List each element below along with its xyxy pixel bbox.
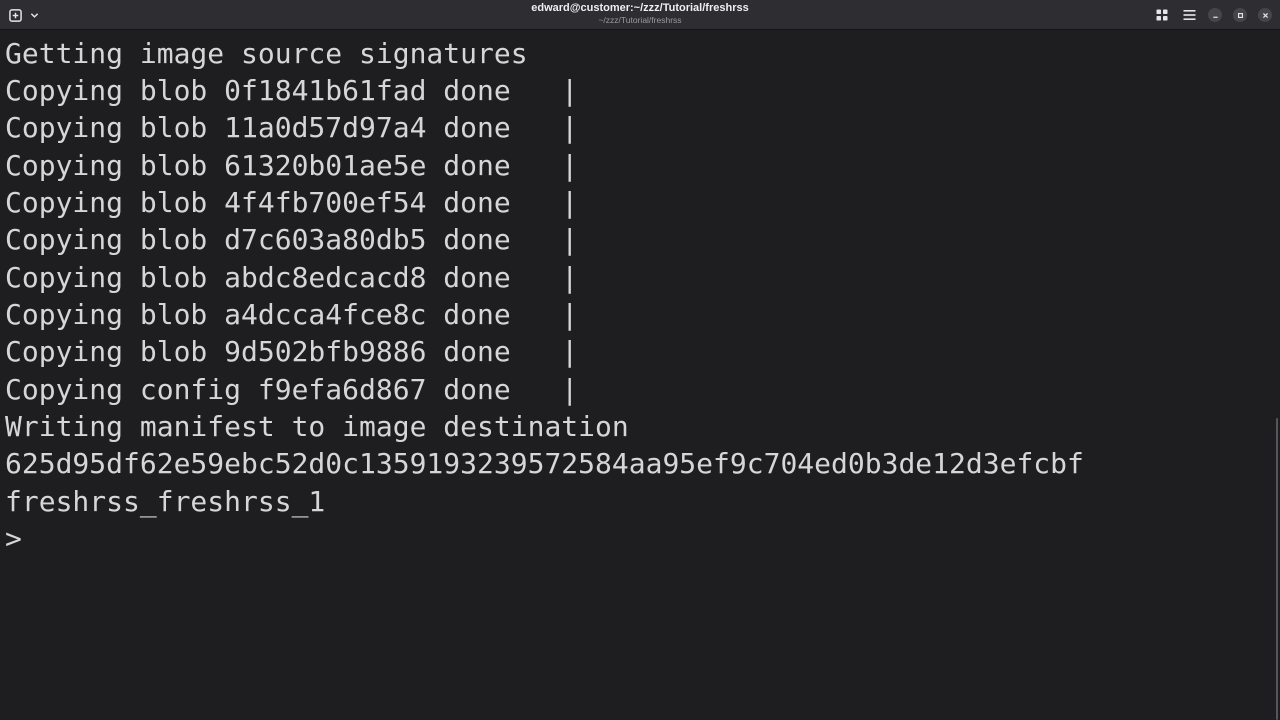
grid-icon <box>1156 9 1168 21</box>
window-title: edward@customer:~/zzz/Tutorial/freshrss <box>531 2 749 14</box>
terminal-window: edward@customer:~/zzz/Tutorial/freshrss … <box>0 0 1280 720</box>
terminal-line: Copying config f9efa6d867 done | <box>5 373 579 406</box>
minimize-button[interactable] <box>1208 8 1222 22</box>
new-tab-button[interactable] <box>8 8 22 22</box>
maximize-button[interactable] <box>1233 8 1247 22</box>
minimize-icon <box>1212 16 1218 18</box>
terminal-line: freshrss_freshrss_1 <box>5 485 326 518</box>
terminal-line: Copying blob 0f1841b61fad done | <box>5 74 579 107</box>
terminal-line: Getting image source signatures <box>5 37 528 70</box>
window-title-block: edward@customer:~/zzz/Tutorial/freshrss … <box>340 3 940 25</box>
terminal-line: Copying blob 9d502bfb9886 done | <box>5 335 579 368</box>
shell-prompt[interactable]: > <box>5 520 22 557</box>
terminal-line: Writing manifest to image destination <box>5 410 629 443</box>
terminal-output[interactable]: Getting image source signatures Copying … <box>0 31 1274 720</box>
hamburger-menu-icon <box>1183 10 1195 20</box>
terminal-line: Copying blob a4dcca4fce8c done | <box>5 298 579 331</box>
tab-menu-button[interactable] <box>28 9 40 21</box>
close-icon <box>1262 12 1268 18</box>
new-tab-icon <box>8 8 22 22</box>
prompt-symbol: > <box>5 522 22 555</box>
terminal-line: 625d95df62e59ebc52d0c1359193239572584aa9… <box>5 447 1084 480</box>
terminal-line: Copying blob 4f4fb700ef54 done | <box>5 186 579 219</box>
chevron-down-icon <box>30 12 38 18</box>
terminal-line: Copying blob 61320b01ae5e done | <box>5 149 579 182</box>
terminal-line: Copying blob d7c603a80db5 done | <box>5 223 579 256</box>
window-subtitle: ~/zzz/Tutorial/freshrss <box>598 15 682 25</box>
tab-overview-button[interactable] <box>1155 8 1169 22</box>
header-bar: edward@customer:~/zzz/Tutorial/freshrss … <box>0 0 1280 30</box>
scrollbar[interactable] <box>1276 418 1278 720</box>
close-button[interactable] <box>1258 8 1272 22</box>
terminal-line: Copying blob abdc8edcacd8 done | <box>5 261 579 294</box>
maximize-icon <box>1237 12 1243 18</box>
terminal-line: Copying blob 11a0d57d97a4 done | <box>5 111 579 144</box>
main-menu-button[interactable] <box>1182 8 1196 22</box>
